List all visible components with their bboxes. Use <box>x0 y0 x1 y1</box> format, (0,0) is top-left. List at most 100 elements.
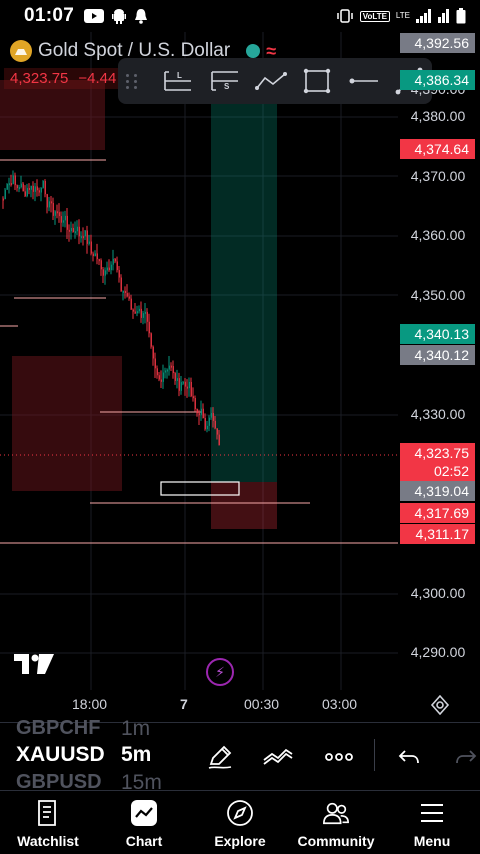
nav-explore[interactable]: Explore <box>192 791 288 854</box>
candle-body <box>178 378 180 391</box>
menu-icon <box>418 799 446 827</box>
horizontal-ray-tool[interactable] <box>340 61 386 101</box>
candle-body <box>4 189 6 199</box>
candle-body <box>28 187 30 190</box>
candle-body <box>96 253 98 260</box>
chart-toolbar: GBPCHF XAUUSD GBPUSD 1m 5m 15m <box>0 717 480 794</box>
long-position-stop-zone <box>211 482 277 529</box>
active-symbol[interactable]: XAUUSD <box>16 743 105 767</box>
long-position-tool[interactable]: L <box>155 61 201 101</box>
candle-body <box>198 413 200 416</box>
drag-handle-icon[interactable] <box>124 71 139 91</box>
candle-body <box>6 183 8 190</box>
nav-label: Explore <box>214 833 266 849</box>
price-tag-high: 4,392.56 <box>400 33 475 53</box>
candle-body <box>50 201 52 204</box>
market-open-indicator <box>246 44 261 58</box>
candle-body <box>164 370 166 373</box>
candle-body <box>68 229 70 232</box>
candle-body <box>122 290 124 293</box>
nav-menu[interactable]: Menu <box>384 791 480 854</box>
candle-body <box>26 187 28 197</box>
candle-body <box>142 313 144 318</box>
candle-body <box>22 183 24 192</box>
price-row: 4,323.75 −4.44 <box>4 68 123 89</box>
candle-body <box>114 258 116 262</box>
symbol-option[interactable]: GBPCHF <box>16 717 100 740</box>
candle-body <box>90 241 92 254</box>
time-tick: 00:30 <box>244 696 280 712</box>
nav-community[interactable]: Community <box>288 791 384 854</box>
short-position-tool[interactable]: S <box>201 61 247 101</box>
signal-icon-1 <box>416 9 431 23</box>
price-chart[interactable] <box>0 32 480 720</box>
scale-settings-icon[interactable] <box>430 694 450 716</box>
candle-body <box>106 267 108 271</box>
candle-body <box>98 259 100 262</box>
status-right-icons: VoLTE LTE <box>336 8 466 24</box>
price-tick: 4,300.00 <box>410 585 466 601</box>
interval-option[interactable]: 1m <box>121 717 150 741</box>
price-tag-stop: 4,317.69 <box>400 503 475 523</box>
candle-body <box>20 183 22 188</box>
android-icon <box>112 9 127 24</box>
price-change: −4.44 <box>78 70 117 87</box>
drawing-toolbar: L S <box>118 58 432 104</box>
status-left-icons <box>84 8 148 24</box>
time-tick-date: 7 <box>180 696 188 712</box>
candle-body <box>140 308 142 318</box>
toolbar-divider <box>374 739 375 771</box>
more-icon[interactable] <box>323 741 355 773</box>
candle-body <box>214 420 216 429</box>
price-tag-target: 4,386.34 <box>400 70 475 90</box>
candle-body <box>192 396 194 399</box>
candle-body <box>126 293 128 297</box>
chart-area[interactable]: Gold Spot / U.S. Dollar ≈ 4,323.75 −4.44… <box>0 32 480 720</box>
nav-watchlist[interactable]: Watchlist <box>0 791 96 854</box>
redo-icon[interactable] <box>450 741 480 773</box>
candle-body <box>46 194 48 208</box>
candle-body <box>42 180 44 188</box>
rectangle-tool[interactable] <box>294 61 340 101</box>
candle-body <box>170 365 172 368</box>
nav-label: Watchlist <box>17 833 79 849</box>
candle-body <box>76 226 78 232</box>
candle-body <box>94 253 96 257</box>
signal-icon-2 <box>438 9 449 23</box>
path-tool[interactable] <box>248 61 294 101</box>
nav-chart[interactable]: Chart <box>96 791 192 854</box>
candle-body <box>24 191 26 197</box>
candle-body <box>172 366 174 374</box>
candle-body <box>186 386 188 389</box>
pencil-icon[interactable] <box>204 741 236 773</box>
candle-body <box>120 277 122 292</box>
active-interval[interactable]: 5m <box>121 743 151 767</box>
nav-label: Chart <box>125 833 163 849</box>
price-tick: 4,380.00 <box>410 108 466 124</box>
candle-body <box>52 202 54 216</box>
long-position-profit-zone <box>211 80 277 482</box>
nav-label: Community <box>297 833 375 849</box>
status-time: 01:07 <box>24 5 75 26</box>
candle-body <box>108 267 110 271</box>
candle-body <box>30 185 32 190</box>
candle-body <box>180 382 182 391</box>
candle-body <box>8 183 10 186</box>
candle-body <box>84 230 86 237</box>
indicators-icon[interactable] <box>262 741 294 773</box>
svg-text:L: L <box>177 71 182 80</box>
candle-body <box>44 180 46 195</box>
candle-body <box>152 346 154 359</box>
tradingview-logo <box>14 654 54 679</box>
candle-body <box>200 408 202 415</box>
candle-body <box>194 397 196 409</box>
candle-body <box>190 381 192 397</box>
lightning-icon[interactable]: ⚡ <box>206 658 234 686</box>
undo-icon[interactable] <box>393 741 425 773</box>
community-icon <box>322 799 350 827</box>
candle-body <box>158 375 160 380</box>
price-tag-entry: 4,319.04 <box>400 481 475 501</box>
candle-body <box>66 215 68 230</box>
price-tag-level: 4,374.64 <box>400 139 475 159</box>
candle-body <box>212 412 214 421</box>
